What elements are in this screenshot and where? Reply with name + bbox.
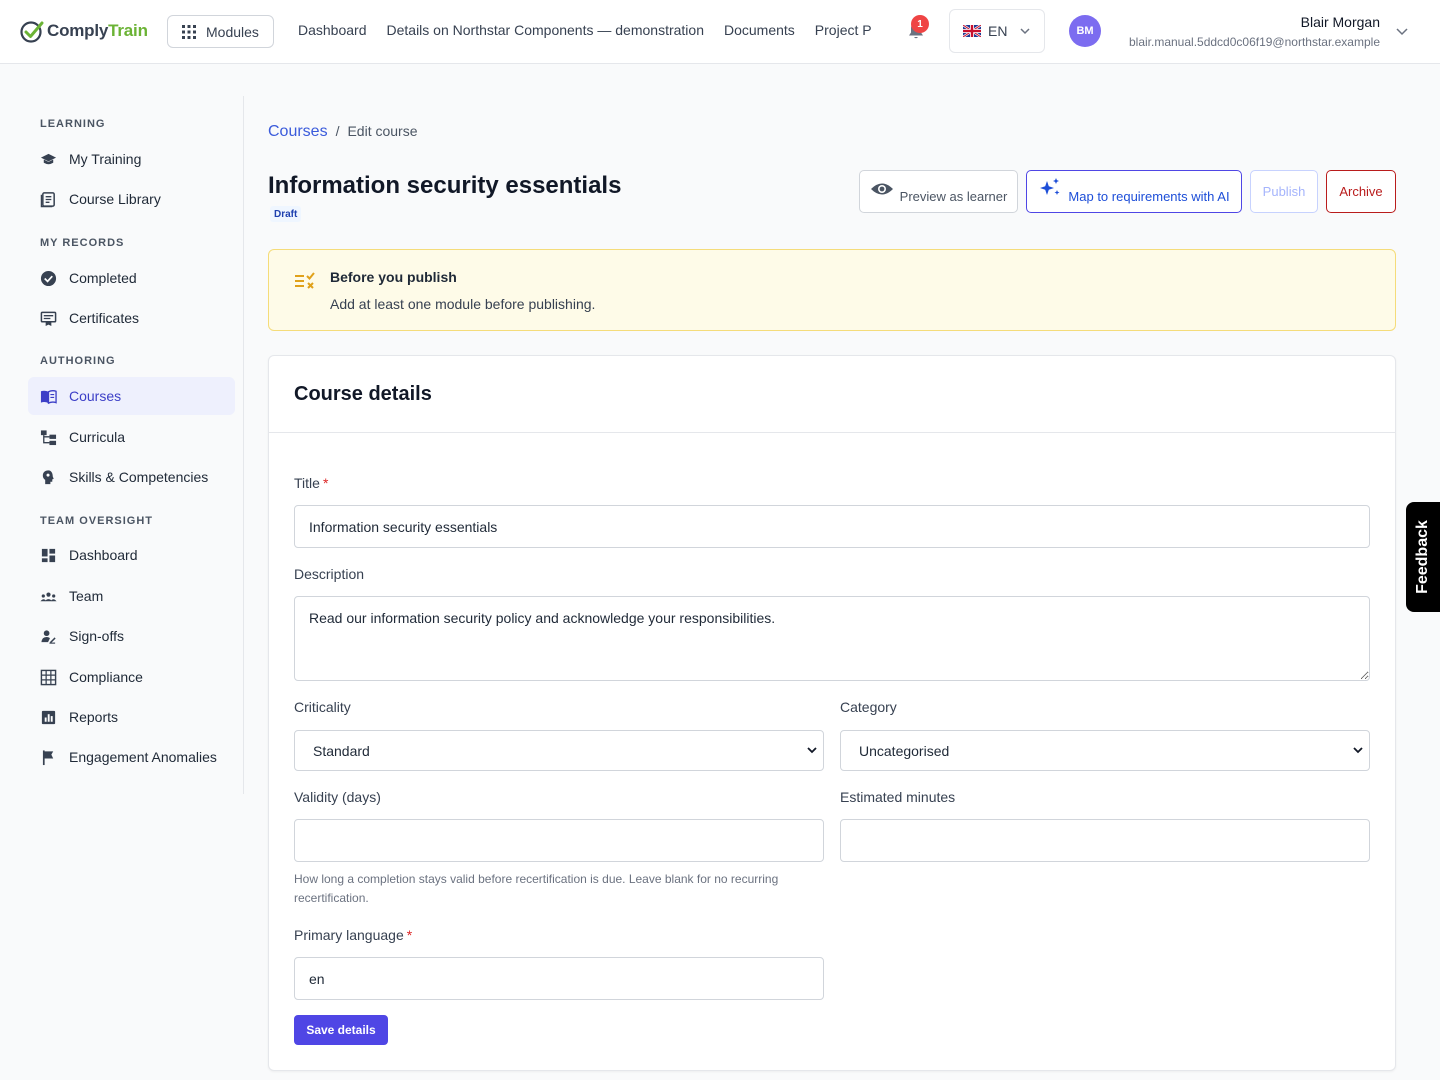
validity-help-text: How long a completion stays valid before…	[294, 872, 779, 905]
graduation-cap-icon	[40, 153, 57, 164]
feedback-label: Feedback	[1414, 520, 1431, 594]
criticality-label: Criticality	[294, 699, 351, 715]
modules-label: Modules	[206, 23, 259, 40]
sidebar-item-reports[interactable]: Reports	[28, 698, 235, 736]
brain-icon	[42, 469, 54, 484]
sidebar-section-my-records: MY RECORDS	[40, 237, 125, 249]
title-label: Title *	[294, 475, 329, 491]
uk-flag-icon	[963, 25, 981, 37]
estimated-minutes-label: Estimated minutes	[840, 789, 956, 805]
primary-language-input[interactable]	[294, 957, 824, 1000]
user-name: Blair Morgan	[1300, 14, 1380, 30]
breadcrumb-separator: /	[335, 123, 340, 139]
notice-text: Add at least one module before publishin…	[330, 296, 596, 312]
bar-chart-icon	[41, 710, 56, 724]
publish-notice: Before you publish Add at least one modu…	[268, 249, 1396, 331]
dashboard-icon	[41, 548, 56, 562]
grid-icon	[40, 669, 57, 685]
apps-grid-icon	[182, 24, 196, 39]
modules-button[interactable]: Modules	[167, 15, 274, 48]
sidebar-item-compliance[interactable]: Compliance	[28, 658, 235, 696]
sidebar-item-dashboard[interactable]: Dashboard	[28, 536, 235, 574]
primary-language-label: Primary language *	[294, 927, 413, 943]
sidebar-item-engagement-anomalies[interactable]: Engagement Anomalies	[28, 738, 235, 776]
feedback-tab[interactable]: Feedback	[1406, 502, 1440, 612]
sparkles-icon	[1040, 177, 1060, 195]
top-nav: Dashboard Details on Northstar Component…	[298, 22, 871, 38]
topnav-project[interactable]: Project Plan	[815, 22, 871, 38]
criticality-select[interactable]: Standard	[294, 730, 824, 771]
sidebar-section-learning: LEARNING	[40, 118, 106, 130]
topnav-details[interactable]: Details on Northstar Components — demons…	[387, 22, 704, 38]
status-badge: Draft	[270, 206, 302, 222]
sidebar-item-completed[interactable]: Completed	[28, 259, 235, 297]
sidebar-item-my-training[interactable]: My Training	[28, 140, 235, 178]
map-requirements-ai-button[interactable]: Map to requirements with AI	[1026, 170, 1242, 213]
estimated-minutes-input[interactable]	[840, 819, 1370, 862]
topnav-dashboard[interactable]: Dashboard	[298, 22, 367, 38]
open-book-icon	[40, 389, 57, 404]
notification-badge: 1	[911, 15, 929, 33]
category-label: Category	[840, 699, 897, 715]
card-header: Course details	[269, 356, 1395, 433]
chevron-down-icon	[807, 747, 817, 754]
card-title: Course details	[294, 383, 432, 405]
sidebar-item-curricula[interactable]: Curricula	[28, 418, 235, 456]
flag-icon	[42, 749, 54, 765]
avatar[interactable]: BM	[1069, 15, 1101, 47]
user-email: blair.manual.5ddcd0c06f19@northstar.exam…	[1128, 35, 1380, 49]
sidebar-item-team[interactable]: Team	[28, 577, 235, 615]
checklist-warning-icon	[295, 272, 315, 289]
breadcrumb-courses-link[interactable]: Courses	[268, 123, 328, 141]
hierarchy-icon	[40, 429, 57, 445]
publish-button[interactable]: Publish	[1250, 170, 1318, 213]
sidebar-item-courses[interactable]: Courses	[28, 377, 235, 415]
logo-text: ComplyTrain	[47, 21, 148, 40]
title-input[interactable]	[294, 505, 1370, 548]
team-icon	[40, 592, 57, 601]
topnav-documents[interactable]: Documents	[724, 22, 795, 38]
sidebar-item-course-library[interactable]: Course Library	[28, 180, 235, 218]
breadcrumb-current: Edit course	[347, 123, 418, 139]
description-label: Description	[294, 566, 365, 582]
preview-as-learner-button[interactable]: Preview as learner	[859, 170, 1018, 213]
user-menu-chevron-icon[interactable]	[1396, 26, 1408, 36]
app-logo[interactable]: ComplyTrain	[19, 18, 148, 44]
sidebar-section-authoring: AUTHORING	[40, 355, 116, 367]
language-selector[interactable]: EN	[949, 9, 1045, 53]
notice-title: Before you publish	[330, 269, 457, 285]
archive-button[interactable]: Archive	[1326, 170, 1396, 213]
eye-icon	[870, 183, 893, 194]
sidebar-item-sign-offs[interactable]: Sign-offs	[28, 617, 235, 655]
course-details-card: Course details Title* Description Read o…	[268, 355, 1396, 1071]
check-logo-icon	[20, 21, 44, 43]
certificate-icon	[40, 311, 57, 326]
category-select[interactable]: Uncategorised	[840, 730, 1370, 771]
top-bar: ComplyTrain Modules Dashboard Details on…	[0, 0, 1440, 64]
chevron-down-icon	[1020, 28, 1030, 35]
sidebar-item-skills[interactable]: Skills & Competencies	[28, 458, 235, 496]
sidebar-item-certificates[interactable]: Certificates	[28, 299, 235, 337]
validity-label: Validity (days)	[294, 789, 381, 805]
user-sign-icon	[41, 629, 56, 644]
breadcrumb: Courses / Edit course	[268, 123, 418, 141]
page-title: Information security essentials	[268, 172, 622, 199]
save-details-button[interactable]: Save details	[294, 1015, 388, 1045]
book-icon	[40, 191, 55, 207]
description-textarea[interactable]: Read our information security policy and…	[294, 596, 1370, 681]
sidebar-section-team-oversight: TEAM OVERSIGHT	[40, 515, 154, 527]
language-label: EN	[988, 23, 1008, 39]
sidebar-divider	[243, 96, 244, 794]
validity-input[interactable]	[294, 819, 824, 862]
chevron-down-icon	[1353, 747, 1363, 754]
check-circle-icon	[40, 270, 57, 286]
